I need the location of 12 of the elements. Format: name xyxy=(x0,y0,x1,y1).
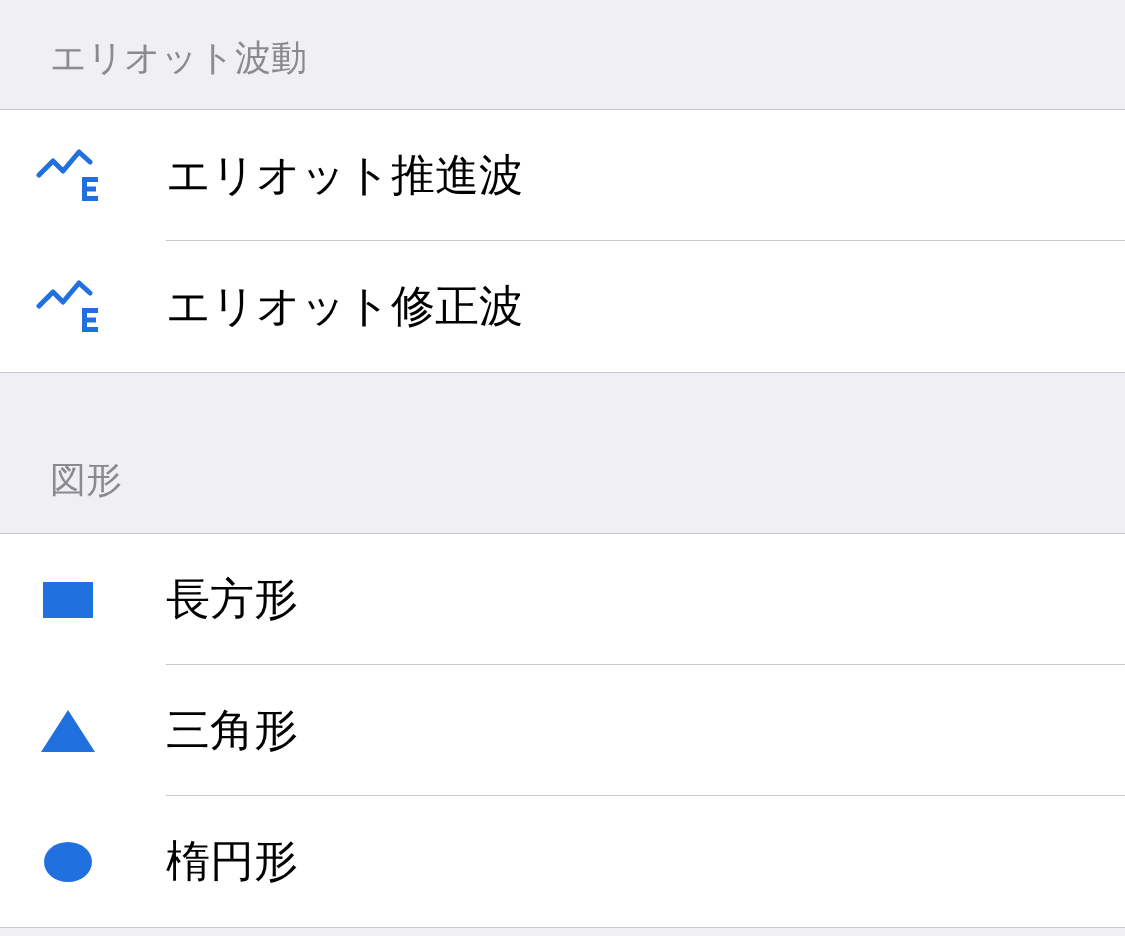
list-item[interactable]: 楕円形 xyxy=(166,796,1125,927)
ellipse-icon xyxy=(44,841,92,882)
wave-chart-icon xyxy=(36,279,100,334)
list-item[interactable]: 三角形 xyxy=(166,665,1125,796)
triangle-icon xyxy=(41,709,95,752)
wave-chart-icon xyxy=(36,148,100,203)
list-item[interactable]: 長方形 xyxy=(166,534,1125,665)
square-icon xyxy=(43,581,93,618)
section-header: 図形 xyxy=(50,458,122,502)
section-header: エリオット波動 xyxy=(50,36,307,80)
list-item[interactable]: エリオット推進波 xyxy=(166,110,1125,241)
list-item[interactable]: エリオット修正波 xyxy=(166,241,1125,372)
